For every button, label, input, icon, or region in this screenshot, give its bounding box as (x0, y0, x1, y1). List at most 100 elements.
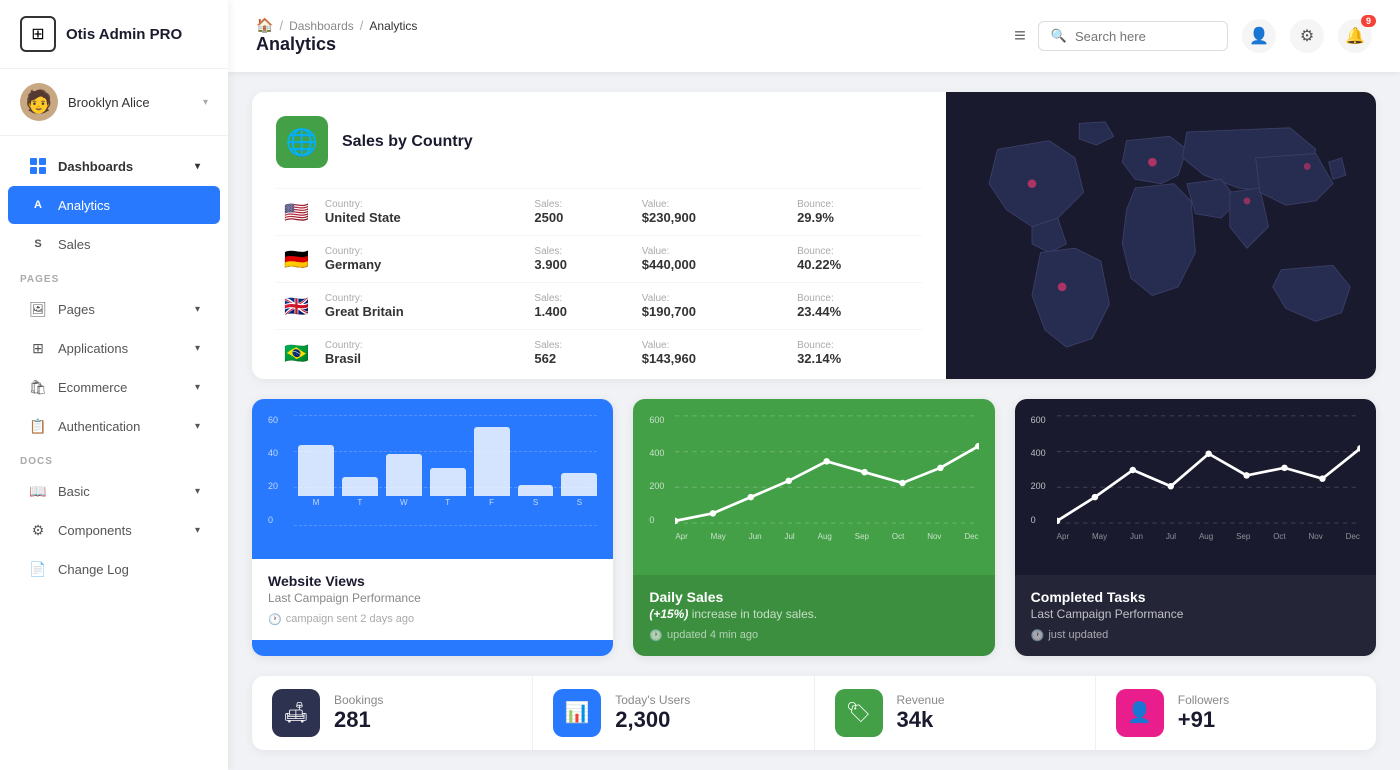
value-cell: Value: $440,000 (634, 236, 789, 283)
sales-map (946, 92, 1376, 379)
search-icon: 🔍 (1051, 28, 1067, 44)
bell-icon: 🔔 (1345, 26, 1365, 46)
notification-badge: 9 (1361, 15, 1376, 27)
table-row: 🇩🇪 Country: Germany Sales: 3.900 Value: … (276, 236, 922, 283)
settings-button[interactable]: ⚙ (1290, 19, 1324, 53)
daily-sales-footer: Daily Sales (+15%) increase in today sal… (633, 575, 994, 656)
content: 🌐 Sales by Country 🇺🇸 Country: United St… (228, 72, 1400, 770)
breadcrumb-dashboards[interactable]: Dashboards (289, 19, 354, 33)
changelog-icon: 📄 (28, 559, 48, 579)
dashboards-label: Dashboards (58, 159, 133, 174)
stat-label: Revenue (897, 693, 945, 707)
breadcrumb-analytics: Analytics (369, 19, 417, 33)
stat-label: Followers (1178, 693, 1229, 707)
sidebar-item-authentication[interactable]: 📋 Authentication ▾ (8, 407, 220, 445)
stats-row: 🛋 Bookings 281 📊 Today's Users 2,300 🏷 R… (252, 676, 1376, 750)
sales-cell: Sales: 3.900 (526, 236, 633, 283)
applications-icon: ⊞ (28, 338, 48, 358)
value-cell: Value: $230,900 (634, 189, 789, 236)
sidebar-item-sales[interactable]: S Sales (8, 225, 220, 263)
basic-icon: 📖 (28, 481, 48, 501)
changelog-label: Change Log (58, 562, 129, 577)
search-input[interactable] (1075, 29, 1215, 44)
sidebar-item-components[interactable]: ⚙ Components ▾ (8, 511, 220, 549)
sidebar-item-changelog[interactable]: 📄 Change Log (8, 550, 220, 588)
notification-button[interactable]: 🔔 9 (1338, 19, 1372, 53)
completed-tasks-chart: 6004002000 (1015, 399, 1376, 559)
stat-item: 👤 Followers +91 (1096, 676, 1376, 750)
bounce-cell: Bounce: 23.44% (789, 283, 922, 330)
globe-icon: 🌐 (276, 116, 328, 168)
sales-cell: Sales: 2500 (526, 189, 633, 236)
stat-value: 281 (334, 707, 383, 733)
stat-content: Bookings 281 (334, 693, 383, 733)
username: Brooklyn Alice (68, 95, 150, 110)
ecommerce-label: Ecommerce (58, 380, 127, 395)
daily-sales-subtitle: (+15%) increase in today sales. (649, 607, 978, 621)
stat-content: Followers +91 (1178, 693, 1229, 733)
completed-tasks-title: Completed Tasks (1031, 589, 1360, 605)
search-box[interactable]: 🔍 (1038, 21, 1228, 51)
ecommerce-icon: 🛍 (28, 377, 48, 397)
stat-icon: 🛋 (272, 689, 320, 737)
clock-icon2: 🕐 (649, 629, 663, 642)
hamburger-icon[interactable]: ≡ (1014, 25, 1026, 48)
user-chevron[interactable]: ▾ (203, 97, 208, 108)
completed-tasks-footer: Completed Tasks Last Campaign Performanc… (1015, 575, 1376, 656)
gear-icon: ⚙ (1300, 26, 1314, 46)
main: 🏠 / Dashboards / Analytics Analytics ≡ 🔍… (228, 0, 1400, 770)
table-row: 🇬🇧 Country: Great Britain Sales: 1.400 V… (276, 283, 922, 330)
home-icon: 🏠 (256, 17, 273, 34)
sales-by-country-card: 🌐 Sales by Country 🇺🇸 Country: United St… (252, 92, 1376, 379)
completed-tasks-meta: 🕐 just updated (1031, 629, 1360, 642)
grid-icon (28, 156, 48, 176)
stat-content: Today's Users 2,300 (615, 693, 690, 733)
website-views-meta: 🕐 campaign sent 2 days ago (268, 613, 597, 626)
sidebar-item-analytics[interactable]: A Analytics (8, 186, 220, 224)
avatar: 🧑 (20, 83, 58, 121)
stat-icon: 👤 (1116, 689, 1164, 737)
website-views-title: Website Views (268, 573, 597, 589)
header: 🏠 / Dashboards / Analytics Analytics ≡ 🔍… (228, 0, 1400, 72)
stat-icon: 📊 (553, 689, 601, 737)
components-label: Components (58, 523, 132, 538)
sidebar-item-pages[interactable]: 🖼 Pages ▾ (8, 290, 220, 328)
user-icon: 👤 (1249, 26, 1269, 46)
stat-content: Revenue 34k (897, 693, 945, 733)
dashboards-chevron: ▾ (195, 161, 200, 172)
header-right: 🔍 👤 ⚙ 🔔 9 (1038, 19, 1372, 53)
user-profile-button[interactable]: 👤 (1242, 19, 1276, 53)
bounce-cell: Bounce: 40.22% (789, 236, 922, 283)
stat-label: Bookings (334, 693, 383, 707)
table-row: 🇺🇸 Country: United State Sales: 2500 Val… (276, 189, 922, 236)
sidebar-logo: ⊞ Otis Admin PRO (0, 0, 228, 69)
website-views-card: 6040200 M (252, 399, 613, 656)
sidebar: ⊞ Otis Admin PRO 🧑 Brooklyn Alice ▾ Dash… (0, 0, 228, 770)
sales-cell: Sales: 1.400 (526, 283, 633, 330)
stat-value: +91 (1178, 707, 1229, 733)
logo-icon: ⊞ (20, 16, 56, 52)
stat-label: Today's Users (615, 693, 690, 707)
sidebar-item-applications[interactable]: ⊞ Applications ▾ (8, 329, 220, 367)
world-map-svg (946, 92, 1376, 379)
charts-row: 6040200 M (252, 399, 1376, 656)
country-cell: Country: Brasil (317, 330, 527, 377)
components-icon: ⚙ (28, 520, 48, 540)
daily-sales-chart: 6004002000 (633, 399, 994, 559)
stat-item: 📊 Today's Users 2,300 (533, 676, 814, 750)
daily-sales-meta: 🕐 updated 4 min ago (649, 629, 978, 642)
sales-title: Sales by Country (342, 133, 473, 151)
pages-section-label: PAGES (0, 264, 228, 289)
breadcrumb-sep2: / (360, 18, 364, 33)
sidebar-item-ecommerce[interactable]: 🛍 Ecommerce ▾ (8, 368, 220, 406)
flag-cell: 🇩🇪 (276, 236, 317, 283)
value-cell: Value: $143,960 (634, 330, 789, 377)
sidebar-item-dashboards[interactable]: Dashboards ▾ (8, 147, 220, 185)
sales-left: 🌐 Sales by Country 🇺🇸 Country: United St… (252, 92, 946, 379)
sidebar-item-basic[interactable]: 📖 Basic ▾ (8, 472, 220, 510)
applications-label: Applications (58, 341, 128, 356)
breadcrumb-sep1: / (279, 18, 283, 33)
authentication-label: Authentication (58, 419, 140, 434)
sidebar-nav: Dashboards ▾ A Analytics S Sales PAGES 🖼… (0, 136, 228, 770)
daily-sales-title: Daily Sales (649, 589, 723, 605)
